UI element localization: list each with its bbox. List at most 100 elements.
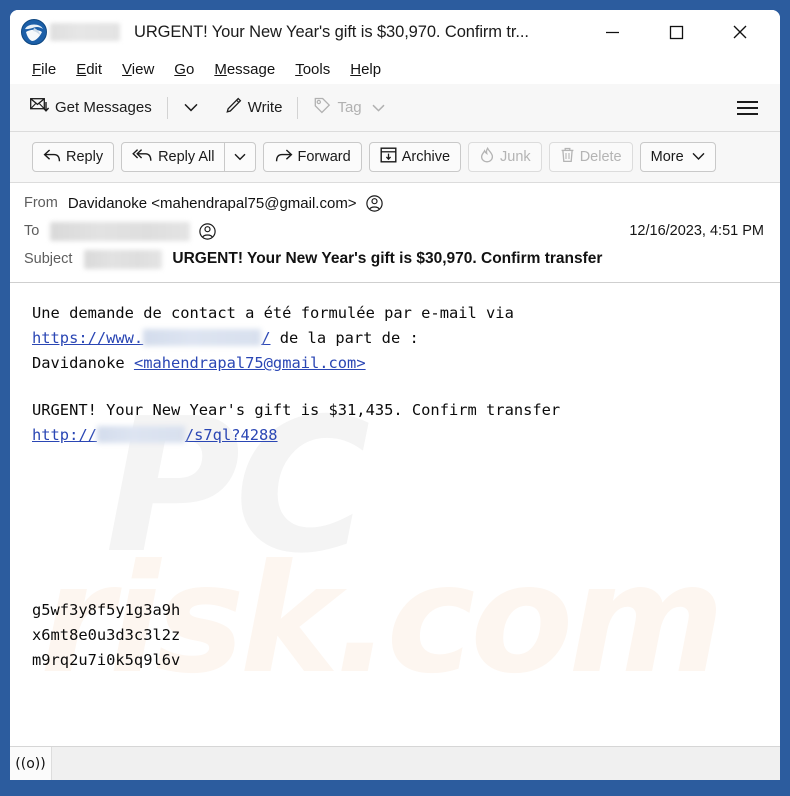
- menu-view-accesskey: V: [122, 60, 132, 78]
- reply-all-dropdown[interactable]: [223, 143, 255, 171]
- hamburger-bar: [737, 112, 758, 115]
- menu-view[interactable]: View: [112, 59, 164, 80]
- reply-icon: [43, 148, 61, 167]
- status-bar: ((o)): [10, 746, 780, 780]
- forward-button[interactable]: Forward: [262, 142, 362, 172]
- menu-file-label: ile: [41, 60, 57, 78]
- tag-label: Tag: [337, 99, 362, 116]
- hamburger-bar: [737, 100, 758, 103]
- forward-icon: [274, 148, 293, 167]
- header-row-to: To 12/16/2023, 4:51 PM: [24, 217, 764, 245]
- body-p2-line1: URGENT! Your New Year's gift is $31,435.…: [32, 401, 561, 419]
- junk-label: Junk: [500, 149, 531, 165]
- thunderbird-window: URGENT! Your New Year's gift is $30,970.…: [10, 10, 780, 780]
- body-p1-line2-tail: de la part de :: [270, 329, 419, 347]
- close-button[interactable]: [717, 10, 763, 54]
- message-headers: From Davidanoke <mahendrapal75@gmail.com…: [10, 183, 780, 282]
- get-messages-icon: [30, 97, 50, 118]
- minimize-button[interactable]: [589, 10, 635, 54]
- tag-button[interactable]: Tag: [305, 92, 392, 123]
- archive-icon: [380, 147, 397, 167]
- chevron-down-icon: [234, 148, 246, 166]
- maximize-button[interactable]: [653, 10, 699, 54]
- get-messages-button[interactable]: Get Messages: [22, 92, 160, 123]
- add-contact-icon[interactable]: [199, 222, 217, 240]
- chevron-down-icon: [184, 99, 198, 117]
- reply-all-button[interactable]: Reply All: [122, 143, 223, 171]
- to-label: To: [24, 223, 40, 239]
- menu-edit[interactable]: Edit: [66, 59, 112, 80]
- body-p2-link-redaction: [96, 426, 185, 443]
- reply-button[interactable]: Reply: [32, 142, 115, 172]
- more-label: More: [650, 149, 684, 165]
- header-row-from: From Davidanoke <mahendrapal75@gmail.com…: [24, 189, 764, 217]
- title-redaction: [50, 23, 120, 41]
- code-line: g5wf3y8f5y1g3a9h: [32, 601, 181, 619]
- delete-button[interactable]: Delete: [548, 142, 633, 172]
- junk-button[interactable]: Junk: [468, 142, 542, 172]
- message-body-pane[interactable]: PC risk.com Une demande de contact a été…: [10, 282, 780, 746]
- message-date: 12/16/2023, 4:51 PM: [629, 223, 764, 239]
- from-value[interactable]: Davidanoke <mahendrapal75@gmail.com>: [68, 195, 357, 212]
- message-body-codes: g5wf3y8f5y1g3a9h x6mt8e0u3d3c3l2z m9rq2u…: [10, 598, 780, 673]
- menu-tools[interactable]: Tools: [285, 59, 340, 80]
- menu-go[interactable]: Go: [164, 59, 204, 80]
- add-contact-icon[interactable]: [365, 194, 383, 212]
- reply-label: Reply: [66, 149, 104, 165]
- body-p2-link-suffix[interactable]: /s7ql?4288: [185, 426, 278, 444]
- body-p1-sender-email-link[interactable]: <mahendrapal75@gmail.com>: [134, 354, 366, 372]
- more-button[interactable]: More: [639, 142, 716, 172]
- app-menu-button[interactable]: [733, 95, 762, 121]
- menu-view-label: iew: [131, 60, 155, 78]
- body-blank-space: [32, 470, 766, 598]
- menu-message-label: essage: [226, 60, 276, 78]
- body-p1-link-redaction: [143, 329, 262, 346]
- body-p1-line1: Une demande de contact a été formulée pa…: [32, 304, 514, 322]
- junk-icon: [479, 146, 495, 167]
- write-button[interactable]: Write: [217, 92, 291, 123]
- forward-label: Forward: [297, 149, 351, 165]
- reply-all-split-button: Reply All: [121, 142, 256, 172]
- title-bar: URGENT! Your New Year's gift is $30,970.…: [10, 10, 780, 54]
- menu-message-accesskey: M: [214, 60, 227, 78]
- archive-button[interactable]: Archive: [368, 142, 462, 172]
- body-paragraph-1: Une demande de contact a été formulée pa…: [32, 301, 766, 376]
- reply-all-label: Reply All: [158, 149, 215, 165]
- menu-file-accesskey: F: [32, 60, 42, 78]
- archive-label: Archive: [401, 149, 451, 165]
- get-messages-label: Get Messages: [55, 99, 152, 116]
- hamburger-bar: [737, 106, 758, 109]
- menu-help-accesskey: H: [350, 60, 362, 78]
- menu-file[interactable]: File: [22, 59, 66, 80]
- menu-go-accesskey: G: [174, 60, 186, 78]
- menu-help-label: elp: [361, 60, 382, 78]
- body-p2-link-prefix[interactable]: http://: [32, 426, 97, 444]
- toolbar-separator-1: [166, 96, 168, 119]
- reply-all-icon: [132, 148, 153, 167]
- menu-help[interactable]: Help: [340, 59, 391, 80]
- menu-message[interactable]: Message: [204, 59, 285, 80]
- chevron-down-icon: [372, 99, 385, 116]
- header-row-subject: Subject URGENT! Your New Year's gift is …: [24, 245, 764, 273]
- menu-tools-accesskey: T: [295, 60, 303, 78]
- write-label: Write: [247, 99, 283, 116]
- trash-icon: [560, 147, 575, 167]
- broadcast-icon-glyph: ((o)): [15, 755, 46, 772]
- to-value-redaction: [50, 221, 191, 241]
- from-label: From: [24, 195, 58, 211]
- body-p1-link-prefix[interactable]: https://www.: [32, 329, 143, 347]
- thunderbird-icon: [21, 19, 47, 45]
- code-line: x6mt8e0u3d3c3l2z: [32, 626, 181, 644]
- menu-tools-label: ools: [302, 60, 331, 78]
- chevron-down-icon: [692, 149, 705, 165]
- body-paragraph-2: URGENT! Your New Year's gift is $31,435.…: [32, 398, 766, 448]
- delete-label: Delete: [579, 149, 622, 165]
- window-title: URGENT! Your New Year's gift is $30,970.…: [134, 22, 529, 41]
- broadcast-icon[interactable]: ((o)): [10, 747, 52, 780]
- subject-label: Subject: [24, 251, 73, 267]
- body-p1-sender-name: Davidanoke: [32, 354, 134, 372]
- message-body-text: Une demande de contact a été formulée pa…: [10, 283, 780, 598]
- get-messages-dropdown[interactable]: [175, 94, 207, 122]
- pencil-icon: [225, 97, 242, 118]
- main-toolbar: Get Messages Write Tag: [10, 84, 780, 132]
